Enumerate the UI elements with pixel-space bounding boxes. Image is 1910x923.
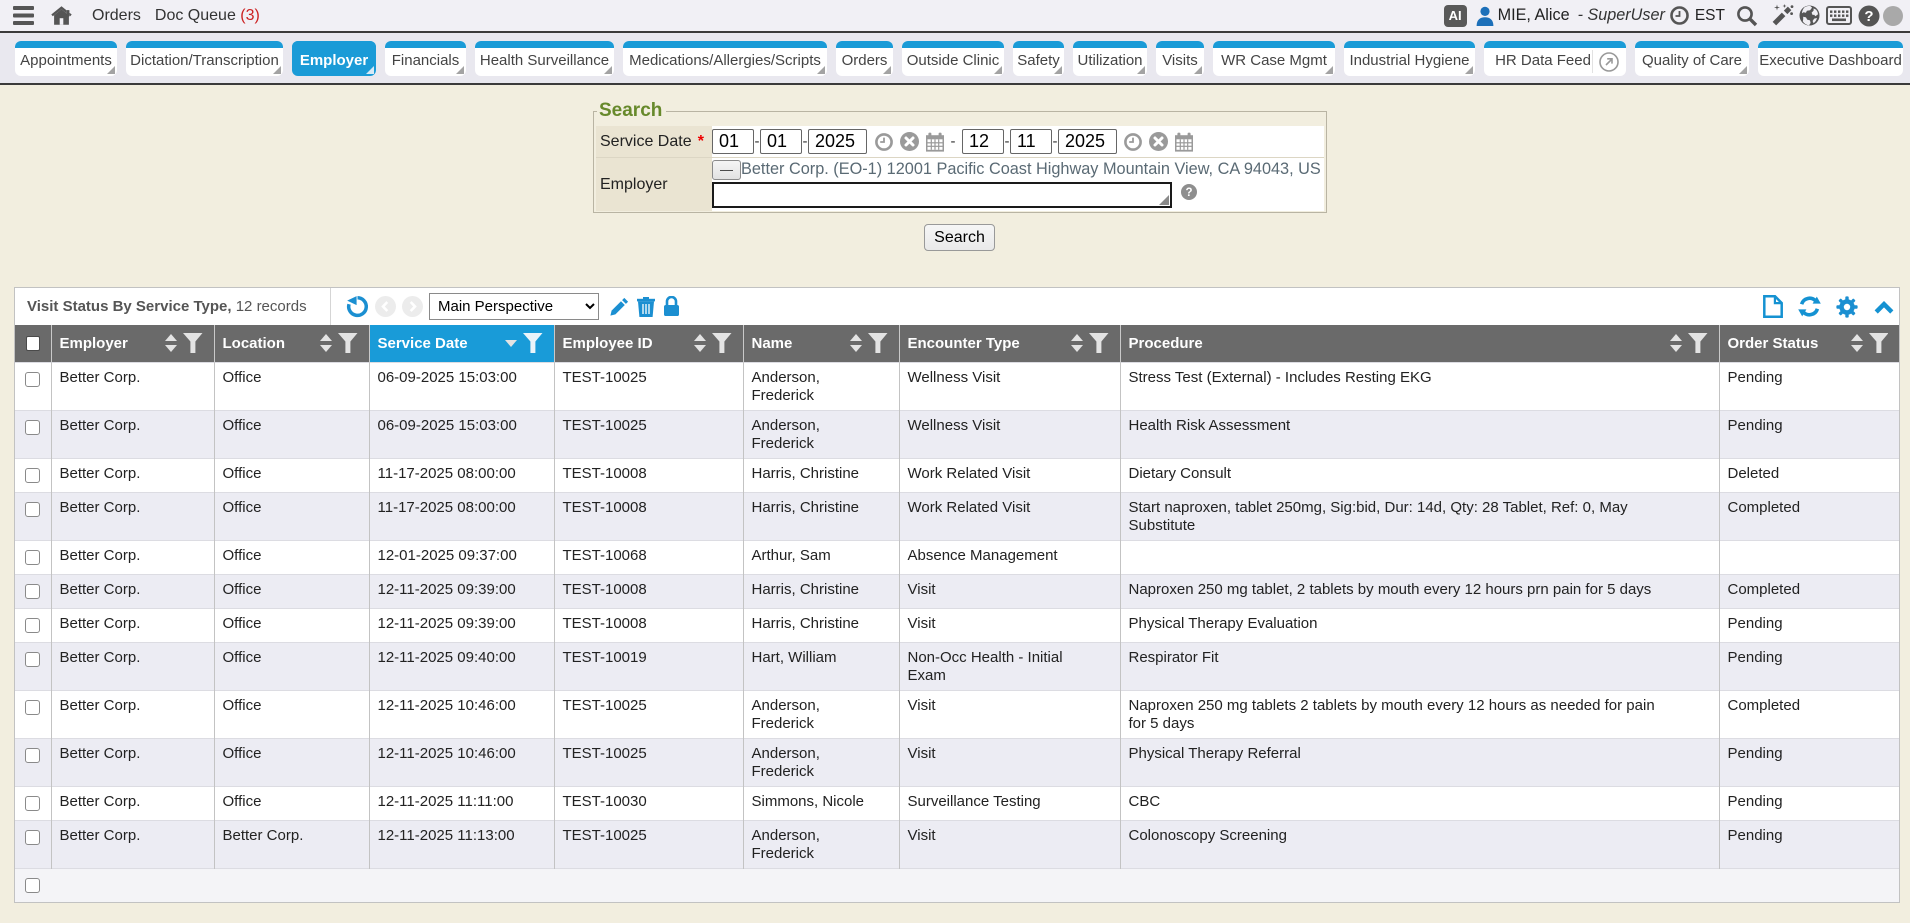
svg-text:?: ? (1185, 187, 1192, 199)
svg-text:?: ? (1864, 8, 1873, 25)
